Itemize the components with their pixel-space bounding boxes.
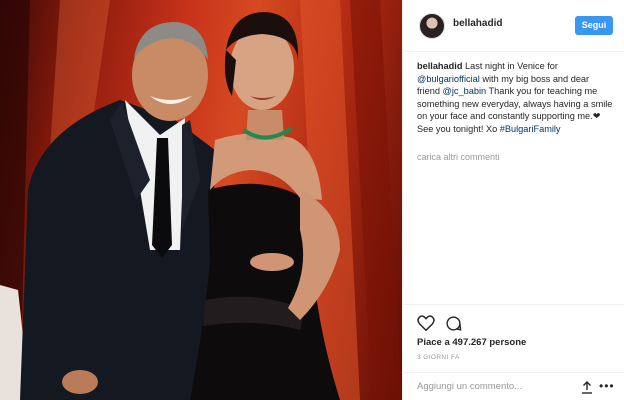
username-link[interactable]: bellahadid — [453, 18, 502, 29]
heart-emoji-icon: ❤ — [592, 111, 601, 122]
post-actions: Piace a 497.267 persone 3 GIORNI FA ••• — [403, 304, 624, 400]
post-photo[interactable] — [0, 0, 402, 400]
post-timestamp: 3 GIORNI FA — [417, 354, 460, 361]
post-sidebar: bellahadid Segui bellahadid Last night i… — [402, 0, 624, 400]
follow-button[interactable]: Segui — [575, 16, 613, 35]
mention-jc-babin[interactable]: @jc_babin — [443, 86, 487, 96]
hashtag-bulgarifamily[interactable]: #BulgariFamily — [500, 124, 561, 134]
upload-icon[interactable] — [581, 381, 593, 394]
mention-bulgariofficial[interactable]: @bulgariofficial — [417, 74, 480, 84]
heart-icon[interactable] — [417, 315, 435, 331]
caption-text-1: Last night in Venice for — [465, 61, 558, 71]
comment-icon[interactable] — [445, 315, 462, 332]
load-more-comments-link[interactable]: carica altri commenti — [417, 152, 500, 162]
likes-count[interactable]: Piace a 497.267 persone — [417, 337, 526, 348]
post-photo-illustration — [0, 0, 402, 400]
comment-bar: ••• — [403, 372, 624, 400]
comment-input[interactable] — [417, 381, 557, 392]
more-options-icon[interactable]: ••• — [599, 380, 614, 393]
post-caption: bellahadid Last night in Venice for @bul… — [417, 60, 613, 136]
avatar[interactable] — [419, 13, 445, 39]
post-header: bellahadid Segui — [403, 0, 624, 52]
caption-username[interactable]: bellahadid — [417, 61, 462, 71]
caption-text-4: See you tonight! Xo — [417, 123, 498, 134]
